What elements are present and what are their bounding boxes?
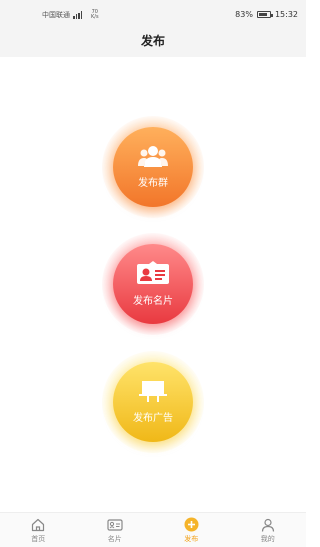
bottom-tab-bar: 首页 名片 发布 我的 — [0, 512, 306, 547]
tab-home[interactable]: 首页 — [0, 513, 77, 547]
carrier-label: 中国联通 — [42, 11, 70, 19]
tab-label: 名片 — [107, 534, 122, 543]
home-icon — [30, 517, 46, 533]
page-title-bar: 发布 — [0, 30, 306, 57]
publish-card-button[interactable]: 发布名片 — [102, 233, 204, 335]
user-icon — [260, 517, 276, 533]
publish-content: 发布群 发布名片 发布广告 — [0, 57, 306, 512]
status-right: 83% 15:32 — [235, 10, 298, 19]
page-title: 发布 — [140, 34, 165, 48]
business-card-icon — [136, 261, 170, 289]
tab-label: 我的 — [260, 534, 275, 543]
plus-circle-icon — [183, 517, 199, 533]
network-speed-unit: K/s — [91, 14, 99, 20]
clock: 15:32 — [274, 10, 298, 19]
signal-icon — [73, 11, 82, 19]
tab-label: 发布 — [184, 534, 199, 543]
tab-card[interactable]: 名片 — [77, 513, 154, 547]
battery-icon — [256, 11, 273, 18]
tab-publish[interactable]: 发布 — [153, 513, 230, 547]
battery-percent: 83% — [235, 10, 253, 19]
status-bar: 中国联通 70 K/s 83% 15:32 — [0, 0, 306, 30]
status-left: 中国联通 70 K/s — [42, 10, 99, 20]
tab-label: 首页 — [31, 534, 46, 543]
card-icon — [107, 517, 123, 533]
publish-card-label: 发布名片 — [133, 296, 173, 307]
billboard-icon — [137, 380, 169, 406]
publish-ad-button[interactable]: 发布广告 — [102, 351, 204, 453]
publish-group-label: 发布群 — [138, 178, 168, 189]
publish-ad-label: 发布广告 — [133, 413, 173, 424]
network-speed: 70 K/s — [91, 10, 99, 20]
tab-mine[interactable]: 我的 — [230, 513, 307, 547]
publish-group-button[interactable]: 发布群 — [102, 116, 204, 218]
group-icon — [138, 145, 168, 171]
